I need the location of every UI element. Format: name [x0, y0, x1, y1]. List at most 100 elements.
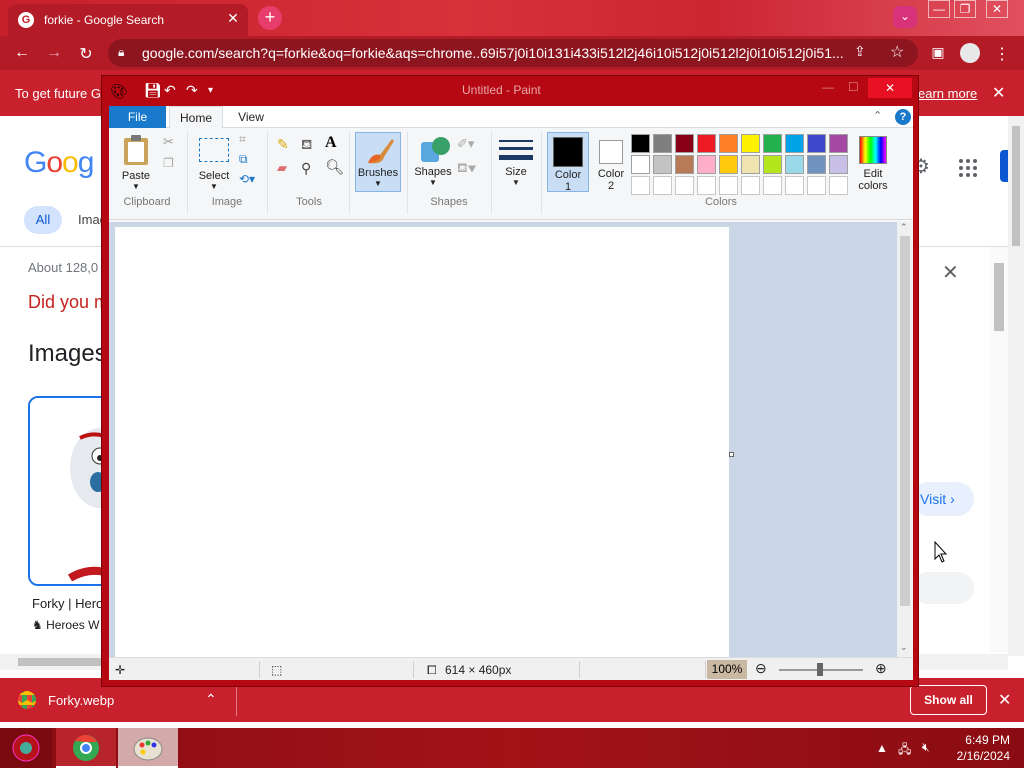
- palette-swatch[interactable]: [675, 176, 694, 195]
- palette-swatch[interactable]: [741, 155, 760, 174]
- paint-minimize-button[interactable]: —: [822, 80, 834, 94]
- paint-maximize-button[interactable]: ☐: [848, 80, 859, 94]
- canvas-scroll-thumb[interactable]: [900, 236, 910, 606]
- info-close-icon[interactable]: ✕: [992, 83, 1005, 103]
- drawing-canvas[interactable]: [115, 227, 729, 657]
- minimize-button[interactable]: —: [928, 0, 950, 18]
- palette-swatch[interactable]: [653, 155, 672, 174]
- palette-swatch[interactable]: [719, 155, 738, 174]
- magnifier-icon[interactable]: 🔍︎: [325, 158, 344, 176]
- zoom-slider-thumb[interactable]: [817, 663, 823, 676]
- edit-colors-button[interactable]: Edit colors: [853, 132, 893, 192]
- palette-swatch[interactable]: [829, 155, 848, 174]
- google-logo[interactable]: Goog: [24, 146, 94, 180]
- start-button[interactable]: [0, 728, 52, 768]
- palette-swatch[interactable]: [675, 155, 694, 174]
- brushes-button[interactable]: Brushes ▼: [355, 132, 401, 192]
- clock[interactable]: 6:49 PM 2/16/2024: [950, 732, 1010, 764]
- bookmark-star-icon[interactable]: ☆: [890, 42, 904, 62]
- tray-expand-icon[interactable]: ▲: [876, 741, 888, 755]
- palette-swatch[interactable]: [807, 176, 826, 195]
- tab-home[interactable]: Home: [169, 106, 223, 129]
- browser-tab[interactable]: G forkie - Google Search ✕: [8, 4, 248, 36]
- shape-fill-icon[interactable]: ⛾▾: [457, 160, 476, 178]
- select-button[interactable]: Select ▼: [193, 134, 233, 198]
- fill-icon[interactable]: ⛾: [301, 136, 312, 155]
- size-button[interactable]: Size ▼: [495, 132, 537, 192]
- network-icon[interactable]: 🖧︎: [898, 740, 911, 761]
- sidebar-icon[interactable]: ▣: [928, 44, 948, 61]
- zoom-level[interactable]: 100%: [707, 660, 747, 679]
- scroll-down-icon[interactable]: ⌄: [900, 642, 908, 653]
- profile-avatar-icon[interactable]: [960, 43, 980, 63]
- paint-app-icon[interactable]: 🎨︎: [110, 83, 128, 100]
- resize-icon[interactable]: ⧉: [239, 152, 248, 167]
- back-icon[interactable]: ←: [12, 44, 32, 62]
- result-title[interactable]: Forky | Hero: [32, 596, 103, 611]
- page-scrollbar[interactable]: [1008, 116, 1024, 656]
- page-scroll-thumb[interactable]: [1012, 126, 1020, 246]
- customize-qa-icon[interactable]: ▾: [208, 85, 213, 96]
- shapes-button[interactable]: Shapes ▼: [411, 132, 455, 192]
- palette-swatch[interactable]: [763, 134, 782, 153]
- visit-button[interactable]: Visit ›: [912, 482, 974, 516]
- download-filename[interactable]: Forky.webp: [48, 693, 114, 708]
- redo-icon[interactable]: ↷: [186, 82, 198, 99]
- ribbon-collapse-icon[interactable]: ⌃: [873, 109, 882, 122]
- palette-swatch[interactable]: [829, 176, 848, 195]
- help-icon[interactable]: ?: [895, 109, 911, 125]
- lock-icon[interactable]: 🔒︎: [118, 45, 124, 60]
- palette-swatch[interactable]: [829, 134, 848, 153]
- color-picker-icon[interactable]: ⚲: [301, 160, 311, 177]
- palette-swatch[interactable]: [741, 176, 760, 195]
- resize-handle[interactable]: [729, 452, 734, 457]
- tab-all[interactable]: All: [24, 206, 62, 234]
- palette-swatch[interactable]: [785, 176, 804, 195]
- palette-swatch[interactable]: [631, 176, 650, 195]
- panel-scrollbar[interactable]: [990, 247, 1008, 652]
- outline-icon[interactable]: ✐▾: [457, 136, 474, 152]
- paste-dropdown-icon[interactable]: ▼: [113, 182, 159, 191]
- palette-swatch[interactable]: [785, 134, 804, 153]
- pencil-icon[interactable]: ✎: [277, 136, 289, 153]
- learn-more-link[interactable]: earn more: [918, 86, 977, 101]
- did-you-mean[interactable]: Did you m: [28, 292, 109, 313]
- restore-button[interactable]: ❐: [954, 0, 976, 18]
- panel-pill[interactable]: [912, 572, 974, 604]
- new-tab-button[interactable]: +: [258, 6, 282, 30]
- taskbar-paint[interactable]: [118, 728, 178, 768]
- copy-icon[interactable]: ❐: [163, 156, 174, 170]
- palette-swatch[interactable]: [719, 176, 738, 195]
- menu-dots-icon[interactable]: ⋮: [992, 44, 1012, 64]
- palette-swatch[interactable]: [697, 176, 716, 195]
- download-close-icon[interactable]: ✕: [998, 690, 1011, 710]
- text-tool-icon[interactable]: A: [325, 134, 337, 152]
- palette-swatch[interactable]: [653, 134, 672, 153]
- forward-icon[interactable]: →: [44, 44, 64, 62]
- palette-swatch[interactable]: [697, 134, 716, 153]
- palette-swatch[interactable]: [697, 155, 716, 174]
- panel-close-icon[interactable]: ✕: [942, 260, 959, 285]
- zoom-in-icon[interactable]: ⊕: [875, 660, 887, 677]
- show-all-button[interactable]: Show all: [910, 685, 987, 715]
- address-bar[interactable]: 🔒︎ google.com/search?q=forkie&oq=forkie&…: [108, 39, 918, 67]
- palette-swatch[interactable]: [675, 134, 694, 153]
- tab-close-icon[interactable]: ✕: [224, 10, 242, 27]
- tab-view[interactable]: View: [227, 106, 275, 128]
- palette-swatch[interactable]: [631, 134, 650, 153]
- palette-swatch[interactable]: [741, 134, 760, 153]
- crop-icon[interactable]: ⌗: [239, 132, 246, 147]
- rotate-icon[interactable]: ⟲▾: [239, 172, 255, 186]
- reload-icon[interactable]: ↻: [76, 44, 96, 64]
- paint-close-button[interactable]: ✕: [868, 78, 912, 98]
- select-dropdown-icon[interactable]: ▼: [193, 182, 235, 191]
- save-icon[interactable]: 💾︎: [144, 82, 162, 99]
- palette-swatch[interactable]: [631, 155, 650, 174]
- eraser-icon[interactable]: ▰: [277, 160, 287, 176]
- close-window-button[interactable]: ✕: [986, 0, 1008, 18]
- palette-swatch[interactable]: [719, 134, 738, 153]
- shapes-dropdown-icon[interactable]: ▼: [411, 178, 455, 187]
- color1-button[interactable]: Color 1: [547, 132, 589, 193]
- palette-swatch[interactable]: [807, 155, 826, 174]
- paint-title-bar[interactable]: 🎨︎ 💾︎ ↶ ↷ ▾ Untitled - Paint — ☐ ✕: [102, 76, 918, 106]
